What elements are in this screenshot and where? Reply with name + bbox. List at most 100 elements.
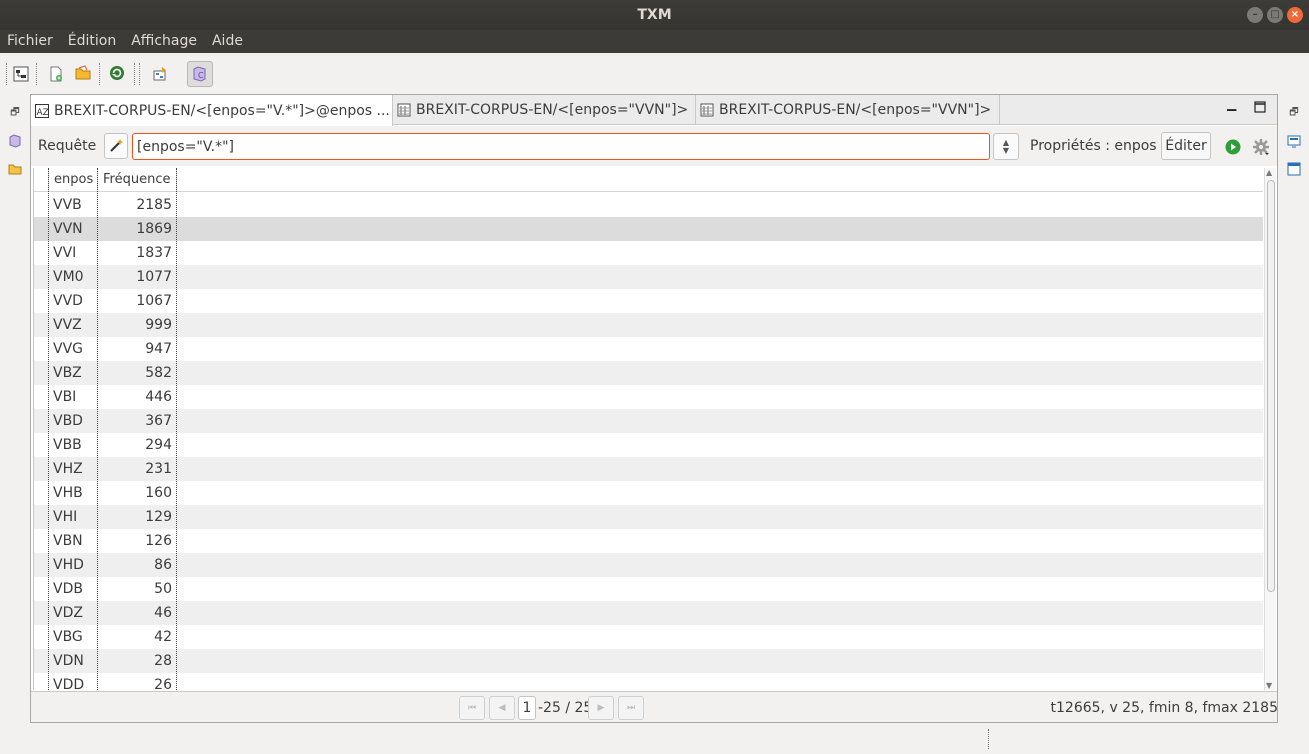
cell-enpos: VBB	[53, 437, 82, 453]
menu-fichier[interactable]: Fichier	[7, 30, 53, 53]
table-row[interactable]: VDD 26	[34, 673, 1263, 690]
cell-frequence: 42	[154, 629, 172, 645]
tab-lexicon[interactable]: AZ BREXIT-CORPUS-EN/<[enpos="V.*"]>@enpo…	[31, 95, 393, 126]
table-row[interactable]: VM0 1077	[34, 265, 1263, 289]
last-page-button[interactable]: ⏭	[618, 696, 644, 720]
settings-gear-icon[interactable]	[1251, 137, 1271, 157]
cell-enpos: VDD	[53, 677, 85, 690]
table-header: enpos Fréquence	[34, 168, 1263, 192]
import-icon[interactable]	[150, 64, 170, 84]
table-row[interactable]: VBI 446	[34, 385, 1263, 409]
cell-frequence: 2185	[136, 197, 172, 213]
vertical-scrollbar[interactable]: ▲ ▼	[1264, 168, 1276, 690]
scroll-up-icon[interactable]: ▲	[1266, 168, 1272, 177]
tab-label: BREXIT-CORPUS-EN/<[enpos="VVN"]>	[719, 102, 992, 118]
menu-edition[interactable]: Édition	[68, 30, 116, 53]
cell-enpos: VVI	[53, 245, 77, 261]
table-row[interactable]: VBZ 582	[34, 361, 1263, 385]
cell-frequence: 231	[145, 461, 172, 477]
previous-page-button[interactable]: ◀	[489, 696, 515, 720]
cell-frequence: 367	[145, 413, 172, 429]
toolbar-separator	[36, 63, 37, 85]
cell-frequence: 1869	[136, 221, 172, 237]
column-header-frequence[interactable]: Fréquence	[98, 168, 177, 192]
magic-wand-icon	[110, 139, 123, 152]
cell-frequence: 446	[145, 389, 172, 405]
cell-enpos: VBI	[53, 389, 77, 405]
maximize-view-icon[interactable]	[1254, 101, 1266, 116]
cell-enpos: VM0	[53, 269, 84, 285]
maximize-button[interactable]: □	[1267, 7, 1283, 23]
toolbar-separator	[99, 63, 100, 85]
next-page-button[interactable]: ▶	[588, 696, 614, 720]
query-label: Requête	[38, 138, 97, 154]
window-side-icon[interactable]	[1287, 162, 1301, 176]
table-row[interactable]: VBG 42	[34, 625, 1263, 649]
status-separator	[988, 729, 989, 749]
cell-frequence: 26	[154, 677, 172, 690]
cell-enpos: VBD	[53, 413, 83, 429]
lexicon-table: enpos Fréquence VVB 2185 VVN 1869 VVI 1837 VM0…	[33, 168, 1263, 690]
run-query-icon[interactable]	[1225, 139, 1241, 155]
minimize-view-icon[interactable]: ▁	[1227, 97, 1236, 111]
cell-frequence: 1077	[136, 269, 172, 285]
column-header-enpos[interactable]: enpos	[49, 168, 98, 192]
tab-concordance-2[interactable]: BREXIT-CORPUS-EN/<[enpos="VVN"]>	[696, 95, 1000, 125]
query-assistant-button[interactable]	[104, 133, 128, 159]
table-row[interactable]: VVG 947	[34, 337, 1263, 361]
menu-aide[interactable]: Aide	[212, 30, 243, 53]
page-number-input[interactable]: 1	[518, 696, 536, 720]
table-row[interactable]: VBB 294	[34, 433, 1263, 457]
tree-toggle-icon[interactable]	[11, 64, 31, 84]
table-row[interactable]: VVN 1869	[34, 217, 1263, 241]
table-row[interactable]: VHZ 231	[34, 457, 1263, 481]
lexicon-icon: AZ	[35, 103, 49, 118]
table-row[interactable]: VDZ 46	[34, 601, 1263, 625]
first-page-button[interactable]: ⏮	[459, 696, 485, 720]
cell-enpos: VVN	[53, 221, 83, 237]
console-side-icon[interactable]	[1287, 134, 1301, 148]
table-row[interactable]: VBD 367	[34, 409, 1263, 433]
corpus-view-icon[interactable]: C	[187, 61, 213, 87]
table-row[interactable]: VVZ 999	[34, 313, 1263, 337]
tab-concordance-1[interactable]: BREXIT-CORPUS-EN/<[enpos="VVN"]>	[393, 95, 696, 125]
menu-affichage[interactable]: Affichage	[131, 30, 197, 53]
table-row[interactable]: VHB 160	[34, 481, 1263, 505]
pagination-bar: ⏮ ◀ 1 -25 / 25 ▶ ⏭ t12665, v 25, fmin 8,…	[31, 691, 1278, 722]
cell-enpos: VBG	[53, 629, 83, 645]
query-history-stepper[interactable]: ▲ ▼	[993, 133, 1019, 160]
table-body: VVB 2185 VVN 1869 VVI 1837 VM0 1077 VVD 1067 VVZ 99…	[34, 193, 1263, 690]
table-row[interactable]: VBN 126	[34, 529, 1263, 553]
table-row[interactable]: VHI 129	[34, 505, 1263, 529]
cell-enpos: VVD	[53, 293, 83, 309]
table-row[interactable]: VVI 1837	[34, 241, 1263, 265]
query-input[interactable]	[132, 133, 990, 160]
new-file-icon[interactable]	[46, 64, 66, 84]
table-row[interactable]: VVD 1067	[34, 289, 1263, 313]
refresh-icon[interactable]	[107, 63, 127, 83]
restore-icon[interactable]: 🗗	[8, 106, 22, 120]
cell-enpos: VDZ	[53, 605, 83, 621]
corpus-side-icon[interactable]	[8, 134, 22, 148]
restore-right-icon[interactable]: 🗗	[1287, 106, 1301, 120]
minimize-button[interactable]: –	[1247, 7, 1263, 23]
folder-side-icon[interactable]	[8, 162, 22, 176]
table-row[interactable]: VDB 50	[34, 577, 1263, 601]
svg-text:AZ: AZ	[37, 108, 49, 118]
tab-bar: AZ BREXIT-CORPUS-EN/<[enpos="V.*"]>@enpo…	[31, 95, 1277, 126]
close-window-button[interactable]: ×	[1287, 7, 1303, 23]
edit-properties-button[interactable]: Éditer	[1161, 132, 1211, 160]
column-divider	[48, 168, 49, 690]
page-range: -25 / 25	[538, 700, 593, 716]
cell-frequence: 50	[154, 581, 172, 597]
open-folder-icon[interactable]	[73, 63, 93, 83]
column-divider	[97, 168, 98, 690]
toolbar-separator	[139, 63, 140, 85]
scroll-down-icon[interactable]: ▼	[1266, 681, 1272, 690]
chevron-down-icon[interactable]: ▼	[1003, 146, 1009, 155]
table-row[interactable]: VVB 2185	[34, 193, 1263, 217]
table-row[interactable]: VHD 86	[34, 553, 1263, 577]
cell-frequence: 86	[154, 557, 172, 573]
table-row[interactable]: VDN 28	[34, 649, 1263, 673]
scrollbar-thumb[interactable]	[1267, 180, 1275, 592]
